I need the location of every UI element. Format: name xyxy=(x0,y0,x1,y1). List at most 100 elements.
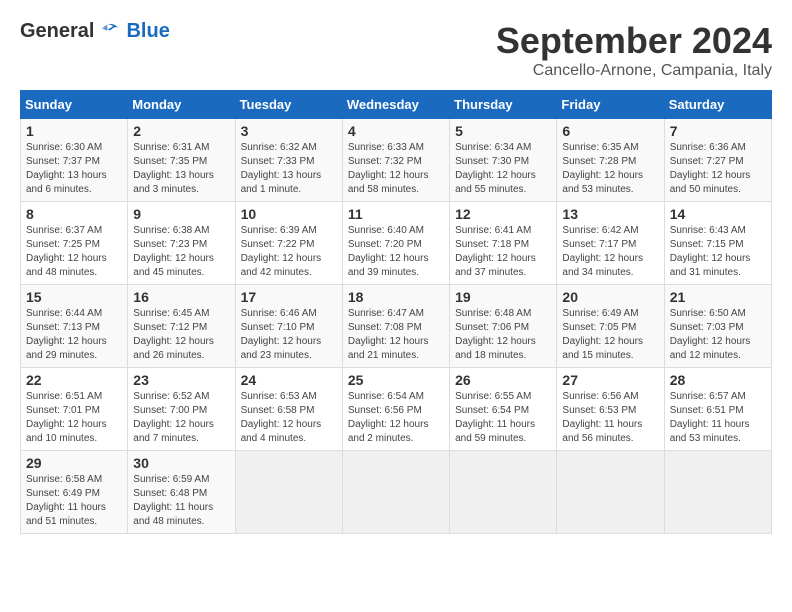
day-number: 14 xyxy=(670,206,766,222)
day-number: 29 xyxy=(26,455,122,471)
day-number: 18 xyxy=(348,289,444,305)
weekday-header-thursday: Thursday xyxy=(450,91,557,119)
day-info: Sunrise: 6:36 AMSunset: 7:27 PMDaylight:… xyxy=(670,142,751,195)
day-number: 20 xyxy=(562,289,658,305)
calendar-cell: 1 Sunrise: 6:30 AMSunset: 7:37 PMDayligh… xyxy=(21,119,128,202)
calendar-cell: 30 Sunrise: 6:59 AMSunset: 6:48 PMDaylig… xyxy=(128,451,235,534)
calendar-cell: 27 Sunrise: 6:56 AMSunset: 6:53 PMDaylig… xyxy=(557,368,664,451)
calendar-cell: 12 Sunrise: 6:41 AMSunset: 7:18 PMDaylig… xyxy=(450,202,557,285)
day-number: 21 xyxy=(670,289,766,305)
logo-bird-icon xyxy=(96,22,120,42)
day-number: 7 xyxy=(670,123,766,139)
calendar-cell: 7 Sunrise: 6:36 AMSunset: 7:27 PMDayligh… xyxy=(664,119,771,202)
day-number: 6 xyxy=(562,123,658,139)
location-title: Cancello-Arnone, Campania, Italy xyxy=(496,62,772,80)
calendar-cell xyxy=(342,451,449,534)
weekday-header-monday: Monday xyxy=(128,91,235,119)
day-number: 1 xyxy=(26,123,122,139)
day-info: Sunrise: 6:33 AMSunset: 7:32 PMDaylight:… xyxy=(348,142,429,195)
calendar-cell: 25 Sunrise: 6:54 AMSunset: 6:56 PMDaylig… xyxy=(342,368,449,451)
month-title: September 2024 xyxy=(496,20,772,62)
calendar-cell: 14 Sunrise: 6:43 AMSunset: 7:15 PMDaylig… xyxy=(664,202,771,285)
calendar-week-row: 8 Sunrise: 6:37 AMSunset: 7:25 PMDayligh… xyxy=(21,202,772,285)
calendar-cell: 20 Sunrise: 6:49 AMSunset: 7:05 PMDaylig… xyxy=(557,285,664,368)
calendar-cell: 10 Sunrise: 6:39 AMSunset: 7:22 PMDaylig… xyxy=(235,202,342,285)
day-info: Sunrise: 6:49 AMSunset: 7:05 PMDaylight:… xyxy=(562,308,643,361)
calendar-table: SundayMondayTuesdayWednesdayThursdayFrid… xyxy=(20,90,772,534)
day-number: 17 xyxy=(241,289,337,305)
calendar-cell: 16 Sunrise: 6:45 AMSunset: 7:12 PMDaylig… xyxy=(128,285,235,368)
day-info: Sunrise: 6:52 AMSunset: 7:00 PMDaylight:… xyxy=(133,391,214,444)
calendar-cell xyxy=(664,451,771,534)
day-info: Sunrise: 6:50 AMSunset: 7:03 PMDaylight:… xyxy=(670,308,751,361)
calendar-cell: 13 Sunrise: 6:42 AMSunset: 7:17 PMDaylig… xyxy=(557,202,664,285)
calendar-cell: 11 Sunrise: 6:40 AMSunset: 7:20 PMDaylig… xyxy=(342,202,449,285)
day-number: 4 xyxy=(348,123,444,139)
day-number: 9 xyxy=(133,206,229,222)
weekday-header-saturday: Saturday xyxy=(664,91,771,119)
day-info: Sunrise: 6:35 AMSunset: 7:28 PMDaylight:… xyxy=(562,142,643,195)
day-number: 16 xyxy=(133,289,229,305)
day-info: Sunrise: 6:51 AMSunset: 7:01 PMDaylight:… xyxy=(26,391,107,444)
day-number: 3 xyxy=(241,123,337,139)
calendar-cell: 29 Sunrise: 6:58 AMSunset: 6:49 PMDaylig… xyxy=(21,451,128,534)
calendar-cell: 19 Sunrise: 6:48 AMSunset: 7:06 PMDaylig… xyxy=(450,285,557,368)
day-info: Sunrise: 6:57 AMSunset: 6:51 PMDaylight:… xyxy=(670,391,750,444)
calendar-week-row: 15 Sunrise: 6:44 AMSunset: 7:13 PMDaylig… xyxy=(21,285,772,368)
calendar-cell: 9 Sunrise: 6:38 AMSunset: 7:23 PMDayligh… xyxy=(128,202,235,285)
day-number: 25 xyxy=(348,372,444,388)
day-info: Sunrise: 6:55 AMSunset: 6:54 PMDaylight:… xyxy=(455,391,535,444)
day-number: 26 xyxy=(455,372,551,388)
calendar-cell: 6 Sunrise: 6:35 AMSunset: 7:28 PMDayligh… xyxy=(557,119,664,202)
day-number: 27 xyxy=(562,372,658,388)
day-info: Sunrise: 6:41 AMSunset: 7:18 PMDaylight:… xyxy=(455,225,536,278)
day-info: Sunrise: 6:30 AMSunset: 7:37 PMDaylight:… xyxy=(26,142,107,195)
day-info: Sunrise: 6:58 AMSunset: 6:49 PMDaylight:… xyxy=(26,474,106,527)
day-info: Sunrise: 6:46 AMSunset: 7:10 PMDaylight:… xyxy=(241,308,322,361)
day-number: 11 xyxy=(348,206,444,222)
day-info: Sunrise: 6:53 AMSunset: 6:58 PMDaylight:… xyxy=(241,391,322,444)
calendar-week-row: 22 Sunrise: 6:51 AMSunset: 7:01 PMDaylig… xyxy=(21,368,772,451)
calendar-cell: 15 Sunrise: 6:44 AMSunset: 7:13 PMDaylig… xyxy=(21,285,128,368)
logo-general: General xyxy=(20,20,94,43)
day-info: Sunrise: 6:40 AMSunset: 7:20 PMDaylight:… xyxy=(348,225,429,278)
calendar-cell: 23 Sunrise: 6:52 AMSunset: 7:00 PMDaylig… xyxy=(128,368,235,451)
day-number: 5 xyxy=(455,123,551,139)
calendar-cell xyxy=(235,451,342,534)
calendar-cell xyxy=(450,451,557,534)
day-number: 8 xyxy=(26,206,122,222)
calendar-cell: 26 Sunrise: 6:55 AMSunset: 6:54 PMDaylig… xyxy=(450,368,557,451)
day-info: Sunrise: 6:39 AMSunset: 7:22 PMDaylight:… xyxy=(241,225,322,278)
day-info: Sunrise: 6:59 AMSunset: 6:48 PMDaylight:… xyxy=(133,474,213,527)
calendar-cell: 3 Sunrise: 6:32 AMSunset: 7:33 PMDayligh… xyxy=(235,119,342,202)
day-info: Sunrise: 6:31 AMSunset: 7:35 PMDaylight:… xyxy=(133,142,214,195)
day-info: Sunrise: 6:42 AMSunset: 7:17 PMDaylight:… xyxy=(562,225,643,278)
day-number: 22 xyxy=(26,372,122,388)
page-header: General Blue September 2024 Cancello-Arn… xyxy=(20,20,772,80)
day-number: 28 xyxy=(670,372,766,388)
calendar-cell: 24 Sunrise: 6:53 AMSunset: 6:58 PMDaylig… xyxy=(235,368,342,451)
calendar-cell: 17 Sunrise: 6:46 AMSunset: 7:10 PMDaylig… xyxy=(235,285,342,368)
calendar-cell: 8 Sunrise: 6:37 AMSunset: 7:25 PMDayligh… xyxy=(21,202,128,285)
weekday-header-friday: Friday xyxy=(557,91,664,119)
day-info: Sunrise: 6:34 AMSunset: 7:30 PMDaylight:… xyxy=(455,142,536,195)
calendar-cell: 21 Sunrise: 6:50 AMSunset: 7:03 PMDaylig… xyxy=(664,285,771,368)
calendar-cell: 5 Sunrise: 6:34 AMSunset: 7:30 PMDayligh… xyxy=(450,119,557,202)
day-info: Sunrise: 6:48 AMSunset: 7:06 PMDaylight:… xyxy=(455,308,536,361)
day-number: 15 xyxy=(26,289,122,305)
day-number: 12 xyxy=(455,206,551,222)
title-area: September 2024 Cancello-Arnone, Campania… xyxy=(496,20,772,80)
day-number: 23 xyxy=(133,372,229,388)
day-info: Sunrise: 6:44 AMSunset: 7:13 PMDaylight:… xyxy=(26,308,107,361)
day-number: 13 xyxy=(562,206,658,222)
weekday-header-wednesday: Wednesday xyxy=(342,91,449,119)
weekday-header-tuesday: Tuesday xyxy=(235,91,342,119)
calendar-cell: 4 Sunrise: 6:33 AMSunset: 7:32 PMDayligh… xyxy=(342,119,449,202)
logo-blue: Blue xyxy=(126,20,169,43)
day-info: Sunrise: 6:37 AMSunset: 7:25 PMDaylight:… xyxy=(26,225,107,278)
calendar-cell: 18 Sunrise: 6:47 AMSunset: 7:08 PMDaylig… xyxy=(342,285,449,368)
calendar-cell: 28 Sunrise: 6:57 AMSunset: 6:51 PMDaylig… xyxy=(664,368,771,451)
day-info: Sunrise: 6:38 AMSunset: 7:23 PMDaylight:… xyxy=(133,225,214,278)
calendar-cell: 2 Sunrise: 6:31 AMSunset: 7:35 PMDayligh… xyxy=(128,119,235,202)
day-info: Sunrise: 6:54 AMSunset: 6:56 PMDaylight:… xyxy=(348,391,429,444)
